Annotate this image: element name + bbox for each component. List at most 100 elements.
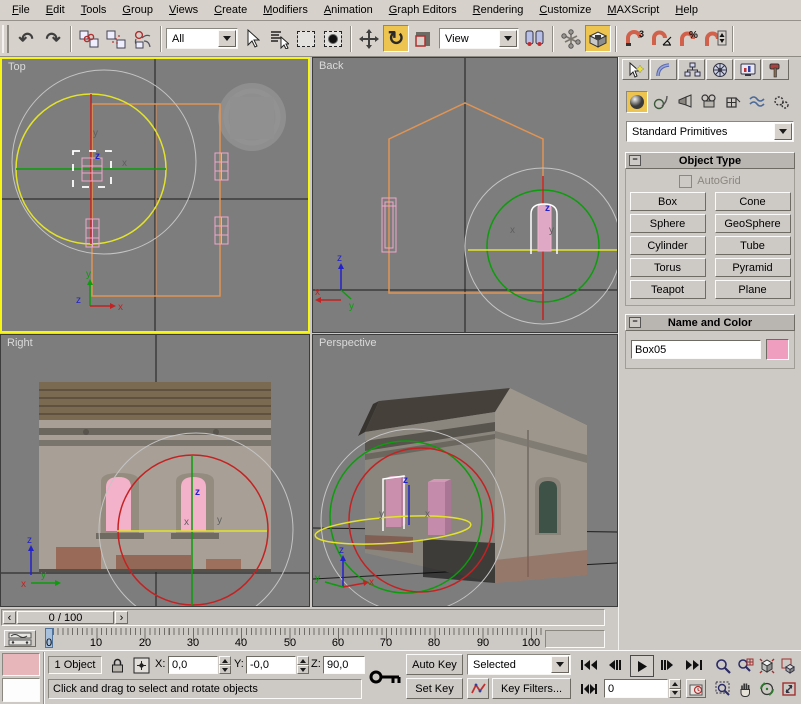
frame-spinner[interactable] [669, 679, 681, 698]
go-to-end-button[interactable] [682, 656, 706, 674]
percent-snap-toggle-button[interactable]: % [675, 25, 701, 52]
reference-coordinate-dropdown[interactable]: View [439, 28, 519, 49]
zoom-extents-all-button[interactable] [778, 654, 800, 677]
undo-button[interactable]: ↶ [13, 25, 39, 52]
cylinder-button[interactable]: Cylinder [630, 236, 706, 255]
menu-animation[interactable]: Animation [316, 2, 381, 19]
rectangular-selection-region-button[interactable] [293, 25, 319, 52]
menu-rendering[interactable]: Rendering [465, 2, 532, 19]
category-geometry[interactable] [626, 91, 648, 113]
set-keys-button[interactable] [368, 654, 402, 700]
menu-edit[interactable]: Edit [38, 2, 73, 19]
go-to-start-button[interactable] [577, 656, 601, 674]
y-spinner[interactable] [297, 656, 309, 674]
angle-snap-toggle-button[interactable] [648, 25, 674, 52]
toolbar-grip[interactable] [2, 25, 9, 53]
y-coordinate-field[interactable] [246, 656, 296, 674]
menu-graph-editors[interactable]: Graph Editors [381, 2, 465, 19]
select-by-name-button[interactable] [266, 25, 292, 52]
menu-maxscript[interactable]: MAXScript [599, 2, 667, 19]
object-name-field[interactable] [631, 340, 761, 359]
auto-key-button[interactable]: Auto Key [406, 654, 463, 675]
select-and-rotate-button[interactable]: ↻ [383, 25, 409, 52]
viewport-top-canvas[interactable]: y x z y x z [2, 59, 308, 331]
selection-lock-toggle[interactable] [107, 655, 127, 675]
next-frame-button-playback[interactable] [656, 656, 678, 674]
select-and-link-button[interactable] [76, 25, 102, 52]
plane-button[interactable]: Plane [715, 280, 791, 299]
viewport-perspective-label[interactable]: Perspective [319, 337, 376, 349]
key-filters-button[interactable]: Key Filters... [492, 678, 571, 699]
menu-modifiers[interactable]: Modifiers [255, 2, 316, 19]
zoom-button[interactable] [712, 654, 734, 677]
z-coordinate-field[interactable] [323, 656, 365, 674]
arc-rotate-button[interactable] [756, 677, 778, 700]
category-cameras[interactable] [698, 91, 720, 113]
select-object-button[interactable] [239, 25, 265, 52]
menu-create[interactable]: Create [206, 2, 255, 19]
viewport-top-label[interactable]: Top [8, 61, 26, 73]
menu-group[interactable]: Group [114, 2, 161, 19]
category-systems[interactable] [770, 91, 792, 113]
time-slider-track[interactable]: ‹ 0 / 100 › [1, 609, 605, 626]
set-key-button[interactable]: Set Key [406, 678, 463, 699]
viewport-top[interactable]: Top y x z [0, 57, 310, 333]
category-lights[interactable] [674, 91, 696, 113]
dropdown-arrow-icon[interactable] [218, 30, 236, 47]
geosphere-button[interactable]: GeoSphere [715, 214, 791, 233]
house-textured-wall[interactable] [39, 382, 271, 572]
viewport-back[interactable]: Back z x y z x y [312, 57, 618, 333]
tab-hierarchy[interactable] [678, 59, 705, 80]
pan-button[interactable] [734, 677, 756, 700]
menu-views[interactable]: Views [161, 2, 206, 19]
absolute-offset-mode-toggle[interactable] [131, 655, 151, 675]
maxscript-listener-macro[interactable] [2, 653, 40, 676]
viewport-back-label[interactable]: Back [319, 60, 343, 72]
window-crossing-toggle-button[interactable] [320, 25, 346, 52]
viewport-perspective[interactable]: Perspective [312, 334, 618, 607]
autogrid-checkbox[interactable] [679, 175, 692, 188]
maximize-viewport-toggle[interactable] [778, 677, 800, 700]
new-key-filter-curve-button[interactable] [467, 678, 489, 699]
track-bar-ruler[interactable]: 0 10 20 30 40 50 60 70 80 90 100 [42, 628, 542, 650]
use-pivot-point-center-button[interactable] [522, 25, 548, 52]
menu-help[interactable]: Help [667, 2, 706, 19]
tab-modify[interactable] [650, 59, 677, 80]
dropdown-arrow-icon[interactable] [774, 123, 792, 140]
unlink-selection-button[interactable] [103, 25, 129, 52]
bind-to-space-warp-button[interactable] [130, 25, 156, 52]
x-spinner[interactable] [219, 656, 231, 674]
primitives-category-dropdown[interactable]: Standard Primitives [626, 121, 794, 142]
tube-button[interactable]: Tube [715, 236, 791, 255]
object-color-swatch[interactable] [766, 339, 789, 360]
previous-frame-button-playback[interactable] [604, 656, 626, 674]
torus-button[interactable]: Torus [630, 258, 706, 277]
tab-utilities[interactable] [762, 59, 789, 80]
select-and-manipulate-button[interactable] [558, 25, 584, 52]
play-animation-button[interactable] [630, 655, 654, 677]
box-button[interactable]: Box [630, 192, 706, 211]
time-slider-button[interactable]: 0 / 100 [17, 611, 114, 624]
category-space-warps[interactable] [746, 91, 768, 113]
previous-frame-button[interactable]: ‹ [3, 611, 16, 624]
dropdown-arrow-icon[interactable] [499, 30, 517, 47]
viewport-perspective-canvas[interactable]: z y x z x y [313, 335, 617, 606]
select-and-move-button[interactable] [356, 25, 382, 52]
zoom-extents-button[interactable] [756, 654, 778, 677]
spinner-snap-toggle-button[interactable] [702, 25, 728, 52]
teapot-button[interactable]: Teapot [630, 280, 706, 299]
selection-set-dropdown[interactable]: Selected [467, 654, 571, 675]
dropdown-arrow-icon[interactable] [551, 656, 569, 673]
tab-display[interactable] [734, 59, 761, 80]
name-color-rollout-header[interactable]: − Name and Color [625, 314, 795, 331]
cone-button[interactable]: Cone [715, 192, 791, 211]
zoom-all-button[interactable] [734, 654, 756, 677]
snaps-toggle-button[interactable] [585, 25, 611, 52]
selection-filter-dropdown[interactable]: All [166, 28, 238, 49]
tab-motion[interactable] [706, 59, 733, 80]
menu-file[interactable]: File [4, 2, 38, 19]
zoom-region-button[interactable] [712, 677, 734, 700]
viewport-back-canvas[interactable]: z x y z x y [313, 58, 617, 332]
viewport-right[interactable]: Right [0, 334, 310, 607]
house-wireframe-back[interactable] [389, 103, 543, 293]
